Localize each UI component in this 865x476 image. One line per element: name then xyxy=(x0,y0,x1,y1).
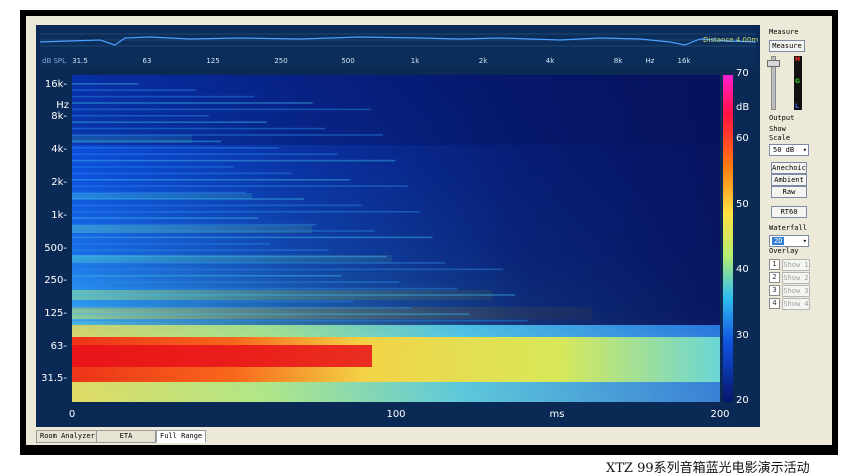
meter-low-label: L xyxy=(795,103,799,110)
overview-freq-tick: 2k xyxy=(478,57,488,65)
chevron-down-icon: ▾ xyxy=(802,146,807,154)
x-tick-label: 200 xyxy=(710,409,730,420)
measure-heading: Measure xyxy=(769,28,799,36)
y-tick-label: 8k- xyxy=(51,111,67,123)
waterfall-heatmap[interactable] xyxy=(72,75,720,402)
waterfall-select[interactable]: 2D ▾ xyxy=(769,235,809,247)
waterfall-label: Waterfall xyxy=(769,224,807,232)
color-scale-bar xyxy=(723,75,733,402)
y-tick-label: 125- xyxy=(44,308,67,320)
y-tick-label: 250- xyxy=(44,275,67,287)
colorbar-tick-label: 30 xyxy=(736,329,749,341)
colorbar-tick-label: 70 xyxy=(736,68,749,79)
overview-freq-tick: 4k xyxy=(545,57,555,65)
y-tick-label: 16k- xyxy=(44,78,67,90)
meter-good-label: G xyxy=(795,78,800,85)
raw-button[interactable]: Raw xyxy=(771,186,807,198)
y-tick-label: 500- xyxy=(44,242,67,254)
output-slider-handle[interactable] xyxy=(767,60,780,67)
distance-label: Distance 4.00m xyxy=(703,36,759,44)
image-caption: XTZ 99系列音箱蓝光电影演示活动 xyxy=(606,461,810,476)
y-tick-label: 4k- xyxy=(51,144,67,156)
scale-label: Scale xyxy=(769,134,791,142)
y-tick-label: 63- xyxy=(50,340,67,352)
overlay-4-show-button[interactable]: Show 4 xyxy=(782,298,810,310)
overview-freq-tick: 16k xyxy=(677,57,691,65)
show-label: Show xyxy=(769,125,786,133)
meter-high-label: H xyxy=(795,56,801,63)
overlay-1-show-button[interactable]: Show 1 xyxy=(782,259,810,271)
x-tick-label: 100 xyxy=(386,409,406,420)
y-tick-label: 31.5- xyxy=(41,373,67,385)
waterfall-select-value: 2D xyxy=(772,237,785,245)
y-tick-label: 1k- xyxy=(51,209,67,221)
scale-select-value: 50 dB xyxy=(773,146,795,154)
overview-freq-tick: 8k xyxy=(613,57,623,65)
measure-button[interactable]: Measure xyxy=(769,40,805,52)
overview-freq-tick: Hz xyxy=(645,57,655,65)
ambient-button[interactable]: Ambient xyxy=(771,174,807,186)
x-tick-label: 0 xyxy=(68,409,76,420)
tab-eta[interactable]: ETA xyxy=(96,430,156,443)
overview-freq-tick: 125 xyxy=(206,57,220,65)
chevron-down-icon: ▾ xyxy=(802,237,807,245)
overview-freq-tick: 1k xyxy=(410,57,420,65)
x-axis-unit: ms xyxy=(549,409,565,420)
y-tick-label: 2k- xyxy=(51,177,67,188)
overlay-1-checkbox[interactable]: 1 xyxy=(769,259,780,270)
colorbar-tick-label: 20 xyxy=(736,395,749,406)
tab-full-range[interactable]: Full Range xyxy=(156,430,207,443)
tab-room-analyzer[interactable]: Room Analyzer xyxy=(36,430,99,443)
overview-freq-tick: 250 xyxy=(274,57,288,65)
overview-freq-axis: 31.5 63 125 250 500 1k 2k 4k 8k Hz 16k xyxy=(40,57,756,67)
colorbar-tick-label: 60 xyxy=(736,133,749,145)
overview-freq-tick: 63 xyxy=(142,57,152,65)
scale-select[interactable]: 50 dB ▾ xyxy=(769,144,809,156)
output-label: Output xyxy=(769,114,795,122)
overlay-label: Overlay xyxy=(769,247,799,255)
overlay-2-checkbox[interactable]: 2 xyxy=(769,272,780,283)
overlay-3-checkbox[interactable]: 3 xyxy=(769,285,780,296)
rt60-button[interactable]: RT60 xyxy=(771,206,807,218)
y-axis-unit: Hz xyxy=(56,100,69,111)
overlay-4-checkbox[interactable]: 4 xyxy=(769,298,780,309)
overview-freq-tick: 31.5 xyxy=(72,57,88,65)
anechoic-button[interactable]: Anechoic xyxy=(771,162,807,174)
overlay-3-show-button[interactable]: Show 3 xyxy=(782,285,810,297)
overview-freq-tick: 500 xyxy=(341,57,355,65)
colorbar-tick-label: 40 xyxy=(736,264,749,276)
colorbar-tick-label: 50 xyxy=(736,198,749,210)
colorbar-unit: dB xyxy=(736,102,750,113)
overlay-2-show-button[interactable]: Show 2 xyxy=(782,272,810,284)
